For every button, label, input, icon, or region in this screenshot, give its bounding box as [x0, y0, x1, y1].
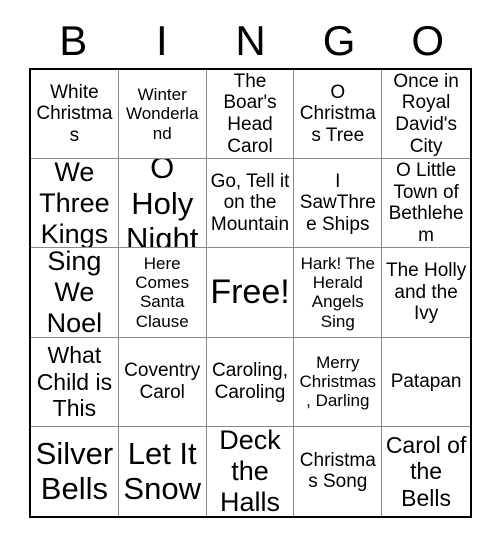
bingo-grid: White Christmas Winter Wonderland The Boar… — [29, 68, 472, 518]
bingo-cell[interactable]: I SawThree Ships — [294, 159, 383, 249]
bingo-cell-label: What Child is This — [36, 342, 113, 421]
bingo-cell[interactable]: Christmas Song — [294, 426, 383, 516]
bingo-cell-label: Free! — [210, 273, 290, 312]
bingo-cell-label: Merry Christmas, Darling — [299, 352, 377, 411]
bingo-cell-label: Coventry Carol — [124, 360, 201, 403]
bingo-cell[interactable]: Once in Royal David's City — [382, 70, 470, 160]
bingo-cell-label: O Little Town of Bethlehem — [388, 159, 464, 246]
bingo-header-row: BINGO — [29, 14, 472, 68]
bingo-cell[interactable]: Caroling, Caroling — [206, 337, 295, 427]
bingo-cell-label: Let It Snow — [123, 436, 201, 507]
bingo-cell-label: Hark! The Herald Angels Sing — [300, 253, 375, 331]
bingo-cell-label: O Holy Night — [126, 159, 199, 249]
bingo-cell-label: Deck the Halls — [219, 426, 281, 516]
bingo-cell[interactable]: White Christmas — [31, 70, 119, 160]
bingo-header-letter-g: G — [322, 17, 356, 64]
bingo-cell[interactable]: The Holly and the Ivy — [382, 248, 470, 338]
bingo-cell-label: Once in Royal David's City — [393, 70, 459, 157]
bingo-header-letter-b: B — [59, 17, 88, 64]
bingo-cell-label: The Boar's Head Carol — [223, 70, 277, 157]
bingo-cell[interactable]: Coventry Carol — [118, 337, 207, 427]
bingo-cell[interactable]: Go, Tell it on the Mountain — [206, 159, 295, 249]
bingo-cell[interactable]: Sing We Noel — [31, 248, 119, 338]
bingo-cell[interactable]: What Child is This — [31, 337, 119, 427]
bingo-cell-label: Christmas Song — [299, 449, 376, 493]
bingo-cell-label: Go, Tell it on the Mountain — [210, 170, 290, 236]
bingo-cell-label: Sing We Noel — [46, 248, 103, 338]
bingo-cell-label: I SawThree Ships — [299, 170, 376, 236]
bingo-cell[interactable]: Carol of the Bells — [382, 426, 470, 516]
bingo-cell[interactable]: Silver Bells — [31, 426, 119, 516]
bingo-cell[interactable]: Hark! The Herald Angels Sing — [294, 248, 383, 338]
bingo-free-space[interactable]: Free! — [206, 248, 295, 338]
bingo-cell-label: The Holly and the Ivy — [385, 260, 467, 325]
bingo-cell-label: Carol of the Bells — [385, 432, 467, 511]
bingo-cell[interactable]: O Holy Night — [118, 159, 207, 249]
bingo-header-letter-o: O — [411, 17, 444, 64]
bingo-cell-label: Silver Bells — [35, 436, 114, 507]
bingo-cell[interactable]: We Three Kings — [31, 159, 119, 249]
bingo-cell[interactable]: O Christmas Tree — [294, 70, 383, 160]
bingo-cell[interactable]: Deck the Halls — [206, 426, 295, 516]
bingo-cell-label: O Christmas Tree — [299, 81, 376, 146]
bingo-cell[interactable]: Here Comes Santa Clause — [118, 248, 207, 338]
bingo-cell[interactable]: The Boar's Head Carol — [206, 70, 295, 160]
bingo-cell[interactable]: Patapan — [382, 337, 470, 427]
bingo-header-letter-i: I — [156, 17, 168, 64]
bingo-cell[interactable]: Let It Snow — [118, 426, 207, 516]
bingo-cell-label: Winter Wonderland — [125, 85, 199, 143]
bingo-cell-label: Patapan — [390, 370, 462, 392]
bingo-card: B I N G O White Christmas Winter Wonderland Th… — [0, 0, 500, 544]
bingo-header-letter-n: N — [235, 17, 266, 64]
bingo-cell-label: White Christmas — [36, 81, 113, 146]
bingo-cell-label: Here Comes Santa Clause — [135, 253, 190, 331]
bingo-cell[interactable]: O Little Town of Bethlehem — [382, 159, 470, 249]
bingo-cell-label: Caroling, Caroling — [211, 360, 289, 403]
bingo-cell-label: We Three Kings — [39, 159, 110, 249]
bingo-cell[interactable]: Winter Wonderland — [118, 70, 207, 160]
bingo-cell[interactable]: Merry Christmas, Darling — [294, 337, 383, 427]
